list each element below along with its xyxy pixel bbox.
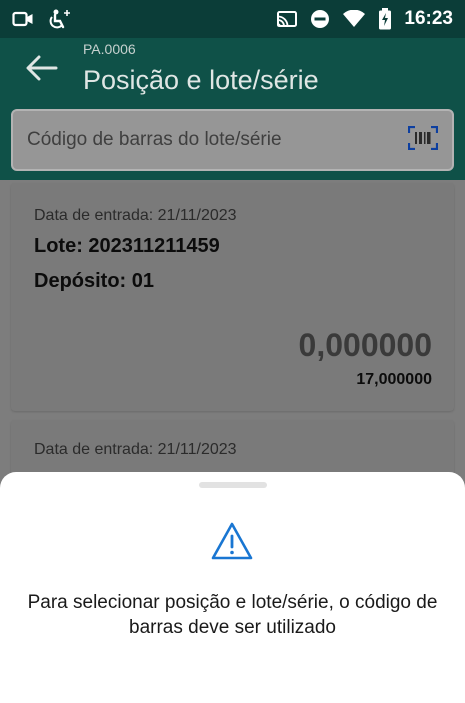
search-placeholder: Código de barras do lote/série <box>27 129 282 150</box>
page-title: Posição e lote/série <box>83 65 319 95</box>
screen: 16:23 PA.0006 Posição e lote/série Códig… <box>0 0 465 703</box>
battery-charging-icon <box>378 8 392 30</box>
quantity-total: 17,000000 <box>356 371 432 388</box>
status-bar: 16:23 <box>0 0 465 38</box>
cast-icon <box>276 10 298 28</box>
entry-date: Data de entrada: 21/11/2023 <box>34 207 237 224</box>
wifi-icon <box>342 10 366 28</box>
barcode-search-input[interactable]: Código de barras do lote/série <box>11 109 454 171</box>
sheet-message: Para selecionar posição e lote/série, o … <box>27 592 438 638</box>
do-not-disturb-icon <box>310 9 330 29</box>
lot-number: Lote: 202311211459 <box>34 235 220 257</box>
lot-card[interactable]: Data de entrada: 21/11/2023 Lote: 202311… <box>11 183 454 411</box>
back-button[interactable] <box>22 52 62 88</box>
barcode-scanner-icon[interactable] <box>407 125 439 155</box>
status-left-icons <box>12 9 72 29</box>
app-bar: PA.0006 Posição e lote/série Código de b… <box>0 38 465 180</box>
status-time: 16:23 <box>404 8 453 29</box>
video-camera-icon <box>12 10 34 28</box>
page-subtitle: PA.0006 <box>83 41 136 57</box>
arrow-left-icon <box>26 55 58 86</box>
quantity: 0,000000 <box>298 327 432 363</box>
drag-handle[interactable] <box>199 482 267 488</box>
entry-date: Data de entrada: 21/11/2023 <box>34 441 237 458</box>
status-right-icons: 16:23 <box>276 8 453 30</box>
deposit: Depósito: 01 <box>34 270 155 292</box>
warning-icon <box>211 522 253 565</box>
bottom-sheet: Para selecionar posição e lote/série, o … <box>0 472 465 703</box>
accessibility-icon <box>48 9 72 29</box>
